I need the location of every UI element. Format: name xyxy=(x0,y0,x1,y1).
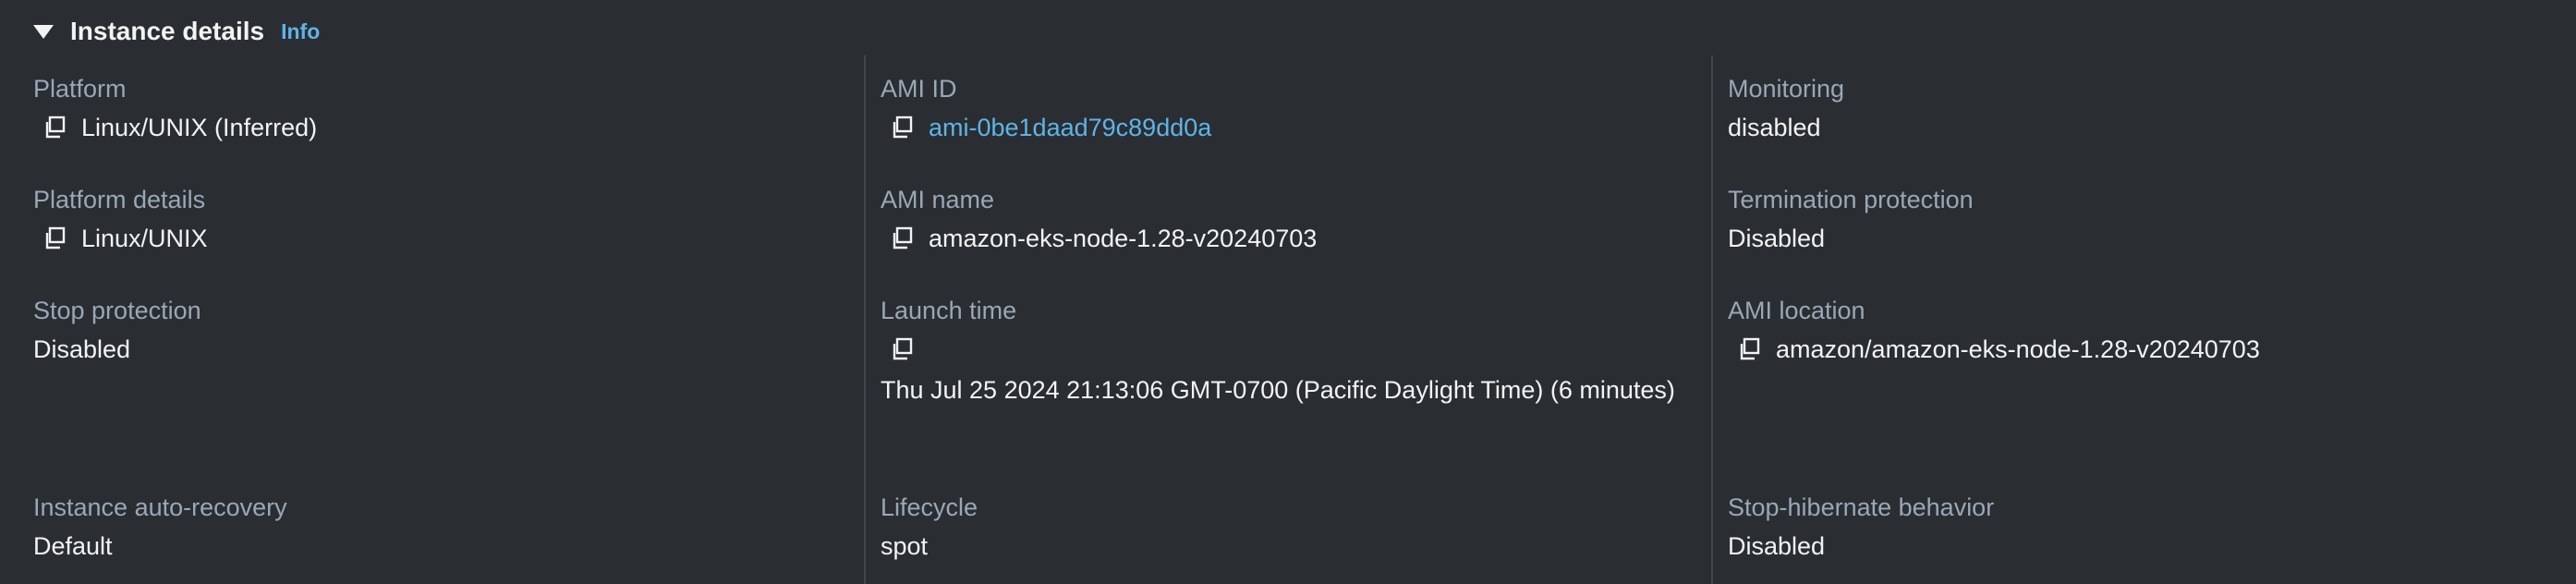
instance-details-panel: Instance details Info Platform Linux/UNI… xyxy=(0,0,2576,584)
field-value: ami-0be1daad79c89dd0a xyxy=(881,107,1694,148)
caret-down-icon[interactable] xyxy=(33,24,54,39)
field-instance-auto-recovery: Instance auto-recovery Default xyxy=(33,489,846,566)
details-column-3: Monitoring disabled Termination protecti… xyxy=(1728,52,2541,584)
field-monitoring: Monitoring disabled xyxy=(1728,70,2541,148)
stop-protection-value: Disabled xyxy=(33,335,131,363)
field-platform: Platform Linux/UNIX (Inferred) xyxy=(33,70,846,148)
details-column-2: AMI ID ami-0be1daad79c89dd0a AMI name am… xyxy=(881,52,1694,584)
field-termination-protection: Termination protection Disabled xyxy=(1728,181,2541,259)
copy-icon[interactable] xyxy=(890,116,914,140)
field-value: Linux/UNIX (Inferred) xyxy=(33,107,846,148)
copy-icon[interactable] xyxy=(1737,337,1761,361)
section-title: Instance details xyxy=(70,17,265,45)
stop-hibernate-behavior-value: Disabled xyxy=(1728,532,1826,560)
launch-time-value: Thu Jul 25 2024 21:13:06 GMT-0700 (Pacif… xyxy=(881,376,1675,404)
field-launch-time: Launch time Thu Jul 25 2024 21:13:06 GMT… xyxy=(881,292,1694,410)
field-ami-id: AMI ID ami-0be1daad79c89dd0a xyxy=(881,70,1694,148)
field-label: Lifecycle xyxy=(881,493,978,521)
field-label: AMI location xyxy=(1728,297,1865,324)
field-platform-details: Platform details Linux/UNIX xyxy=(33,181,846,259)
field-label: Monitoring xyxy=(1728,75,1845,103)
details-column-1: Platform Linux/UNIX (Inferred) Platform … xyxy=(33,52,846,584)
copy-icon[interactable] xyxy=(890,337,914,361)
field-ami-location: AMI location amazon/amazon-eks-node-1.28… xyxy=(1728,292,2541,370)
field-value: Linux/UNIX xyxy=(33,218,846,259)
field-label: AMI name xyxy=(881,186,995,213)
field-label: Termination protection xyxy=(1728,186,1974,213)
field-label: Stop protection xyxy=(33,297,201,324)
lifecycle-value: spot xyxy=(881,532,929,560)
field-lifecycle: Lifecycle spot xyxy=(881,489,1694,566)
field-ami-name: AMI name amazon-eks-node-1.28-v20240703 xyxy=(881,181,1694,259)
field-value: amazon/amazon-eks-node-1.28-v20240703 xyxy=(1728,329,2541,370)
copy-icon[interactable] xyxy=(890,226,914,250)
field-stop-protection: Stop protection Disabled xyxy=(33,292,846,370)
copy-icon[interactable] xyxy=(43,116,67,140)
field-label: AMI ID xyxy=(881,75,957,103)
field-value: amazon-eks-node-1.28-v20240703 xyxy=(881,218,1694,259)
info-link[interactable]: Info xyxy=(281,19,320,44)
field-label: Stop-hibernate behavior xyxy=(1728,493,1995,521)
section-header: Instance details Info xyxy=(33,13,320,50)
field-label: Platform details xyxy=(33,186,206,213)
field-stop-hibernate-behavior: Stop-hibernate behavior Disabled xyxy=(1728,489,2541,566)
ami-id-link[interactable]: ami-0be1daad79c89dd0a xyxy=(929,107,1211,148)
platform-value: Linux/UNIX (Inferred) xyxy=(81,114,318,141)
ami-name-value: amazon-eks-node-1.28-v20240703 xyxy=(929,225,1318,252)
field-label: Instance auto-recovery xyxy=(33,493,287,521)
field-label: Platform xyxy=(33,75,127,103)
monitoring-value: disabled xyxy=(1728,114,1821,141)
copy-icon[interactable] xyxy=(43,226,67,250)
instance-auto-recovery-value: Default xyxy=(33,532,113,560)
termination-protection-value: Disabled xyxy=(1728,225,1826,252)
field-label: Launch time xyxy=(881,297,1017,324)
ami-location-value: amazon/amazon-eks-node-1.28-v20240703 xyxy=(1776,335,2260,363)
platform-details-value: Linux/UNIX xyxy=(81,225,208,252)
column-divider xyxy=(1711,55,1713,584)
launch-time-copy-row xyxy=(881,329,1694,370)
column-divider xyxy=(864,55,866,584)
